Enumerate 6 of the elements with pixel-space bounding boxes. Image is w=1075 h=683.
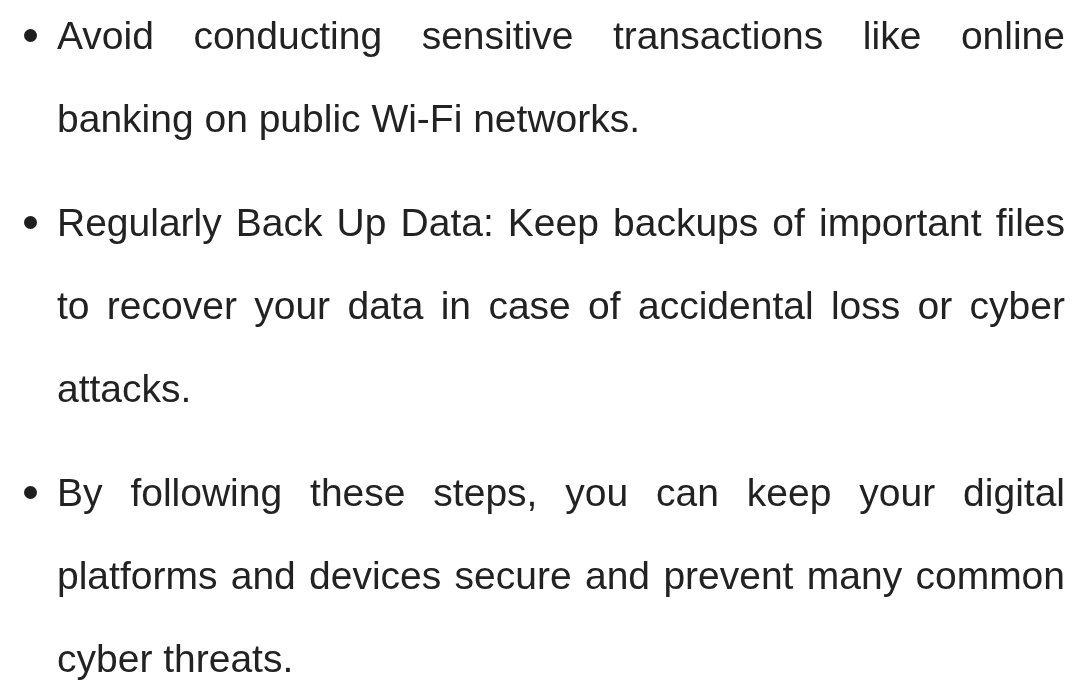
bullet-text: Avoid conducting sensitive transactions like online banking on public Wi-Fi networks. (57, 13, 1065, 142)
bullet-text: Regularly Back Up Data: Keep backups of important files to recover your data in case of accidental loss or cyber attacks. (57, 200, 1065, 412)
bullet-text: By following these steps, you can keep your digital platforms and devices secure and prevent many common cyber threats. (57, 470, 1065, 682)
bullet-icon (23, 216, 37, 229)
bullet-icon (23, 486, 37, 499)
bullet-icon (23, 29, 37, 42)
